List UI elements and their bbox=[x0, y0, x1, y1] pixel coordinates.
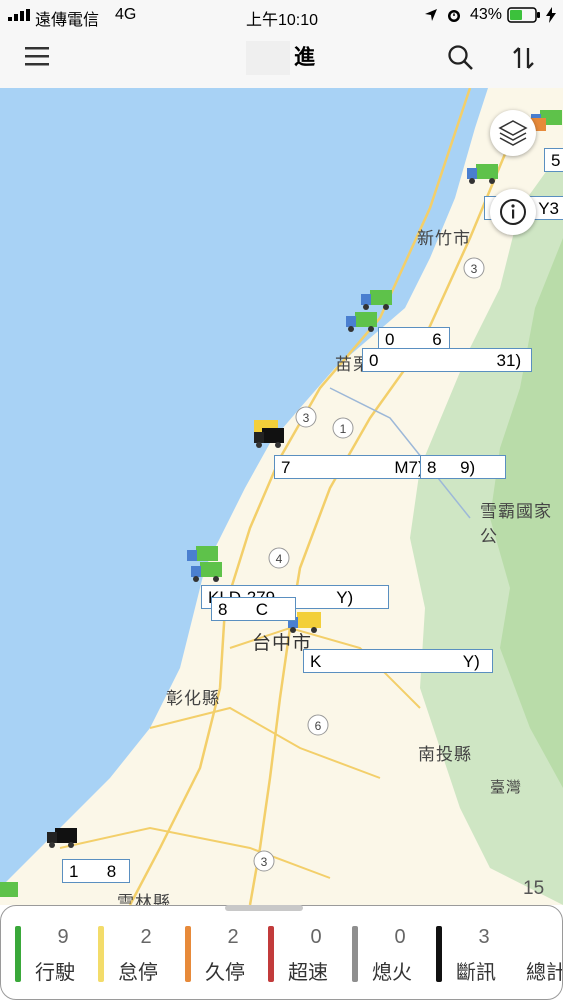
svg-text:3: 3 bbox=[471, 262, 478, 276]
legend-label: 超速 bbox=[288, 962, 328, 984]
status-color-bar bbox=[98, 926, 104, 982]
page-title: 進 bbox=[246, 40, 315, 76]
vehicle-plate-label[interactable]: 5 bbox=[544, 148, 563, 172]
map-canvas[interactable]: 3 1 3 4 6 3 bbox=[0, 88, 563, 905]
zoom-level: 15 bbox=[523, 878, 545, 899]
status-color-bar bbox=[268, 926, 274, 982]
alarm-icon bbox=[448, 10, 460, 22]
clock: 上午10:10 bbox=[246, 12, 319, 29]
vehicle-plate-label[interactable]: 8 C bbox=[211, 597, 296, 621]
vehicle-plate-label[interactable]: 0 31) bbox=[362, 348, 532, 372]
status-bar: 遠傳電信 4G 上午10:10 43% bbox=[0, 0, 563, 30]
road-shield: 3 bbox=[295, 406, 317, 428]
battery-percent: 43% bbox=[470, 6, 503, 23]
status-color-bar bbox=[185, 926, 191, 982]
location-arrow-icon bbox=[425, 9, 437, 21]
svg-text:3: 3 bbox=[303, 411, 310, 425]
legend-label: 行駛 bbox=[35, 962, 75, 984]
legend-count: 0 bbox=[394, 926, 406, 948]
layers-button[interactable] bbox=[490, 110, 536, 156]
place-label: 臺灣 bbox=[490, 779, 523, 796]
status-color-bar bbox=[15, 926, 21, 982]
legend-count: 2 bbox=[140, 926, 152, 948]
vehicle-plate-label[interactable]: K Y) bbox=[303, 649, 493, 673]
place-label: 彰化縣 bbox=[166, 689, 220, 708]
legend-count: 0 bbox=[310, 926, 322, 948]
status-color-bar bbox=[436, 926, 442, 982]
svg-text:4: 4 bbox=[276, 552, 283, 566]
road-shield: 1 bbox=[332, 417, 354, 439]
svg-text:1: 1 bbox=[340, 422, 347, 436]
road-shield: 4 bbox=[268, 547, 290, 569]
svg-text:3: 3 bbox=[261, 855, 268, 869]
vehicle-plate-label[interactable]: 1 8 bbox=[62, 859, 130, 883]
signal-icon bbox=[8, 9, 30, 21]
search-icon[interactable] bbox=[447, 44, 475, 72]
truck-marker-moving[interactable] bbox=[0, 882, 18, 897]
nav-bar: 進 bbox=[0, 30, 563, 89]
svg-text:6: 6 bbox=[315, 719, 322, 733]
legend-count: 9 bbox=[57, 926, 69, 948]
legend-label: 熄火 bbox=[372, 962, 412, 984]
legend-total[interactable]: 總計 bbox=[506, 926, 562, 986]
info-icon bbox=[500, 199, 526, 225]
map-view[interactable]: 3 1 3 4 6 3 新竹市 雪霸國家公 台中市 彰化縣 南投縣 臺灣 雲林縣… bbox=[0, 88, 563, 905]
battery-icon bbox=[507, 7, 540, 23]
network-type: 4G bbox=[115, 6, 137, 23]
legend-label: 總計 bbox=[526, 962, 562, 984]
place-label: 南投縣 bbox=[418, 745, 472, 764]
status-legend-panel[interactable]: 9 行駛 2 怠停 2 久停 0 超速 0 熄火 3 斷訊 總計 bbox=[0, 905, 563, 1000]
place-label: 新竹市 bbox=[417, 229, 471, 248]
legend-label: 久停 bbox=[205, 962, 245, 984]
charging-icon bbox=[546, 7, 556, 23]
drag-handle[interactable] bbox=[225, 905, 303, 911]
road-shield: 3 bbox=[463, 257, 485, 279]
legend-count: 3 bbox=[478, 926, 490, 948]
page-title-text: 進 bbox=[294, 46, 315, 69]
sort-arrows-icon[interactable] bbox=[512, 44, 536, 72]
road-shield: 6 bbox=[307, 714, 329, 736]
place-label: 雪霸國家公 bbox=[480, 502, 552, 546]
vehicle-plate-label[interactable]: 7 M7) bbox=[274, 455, 438, 479]
legend-label: 怠停 bbox=[118, 962, 158, 984]
legend-label: 斷訊 bbox=[456, 962, 496, 984]
road-shield: 3 bbox=[253, 850, 275, 872]
hamburger-menu-icon[interactable] bbox=[25, 46, 51, 68]
redacted-region bbox=[246, 41, 290, 76]
carrier-name: 遠傳電信 bbox=[35, 12, 100, 29]
place-label: 雲林縣 bbox=[117, 893, 171, 905]
vehicle-plate-label[interactable]: 8 9) bbox=[420, 455, 506, 479]
layers-icon bbox=[498, 120, 528, 146]
status-color-bar bbox=[352, 926, 358, 982]
info-button[interactable] bbox=[490, 189, 536, 235]
legend-count: 2 bbox=[227, 926, 239, 948]
